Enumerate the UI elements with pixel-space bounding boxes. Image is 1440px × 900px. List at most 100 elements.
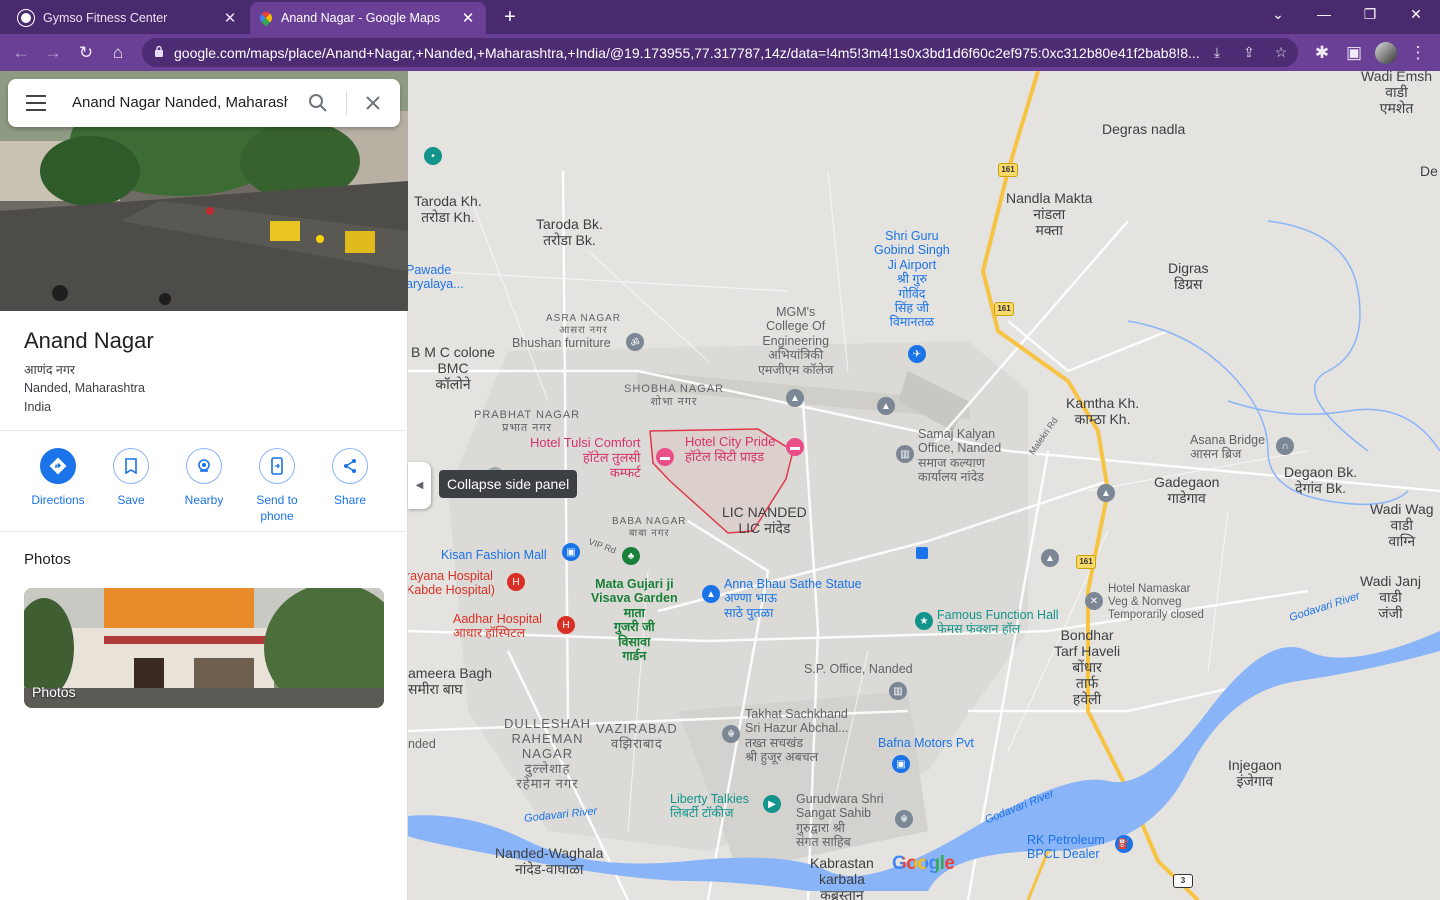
- back-icon[interactable]: ←: [10, 42, 32, 64]
- map-label-dulleshah[interactable]: DULLESHAH RAHEMAN NAGAR दुल्लेशाह रहेमान…: [504, 716, 591, 792]
- profile-avatar[interactable]: [1375, 42, 1397, 64]
- place-hero-photo[interactable]: Anand Nagar Nanded, Maharashtra: [0, 71, 408, 311]
- menu-icon[interactable]: [26, 95, 46, 111]
- poi-mgm-college[interactable]: MGM's College Of Engineering अभियांत्रिक…: [758, 305, 833, 377]
- bridge-icon[interactable]: ∩: [1276, 437, 1294, 455]
- close-tab-icon[interactable]: ✕: [222, 9, 238, 27]
- map-label-vazirabad[interactable]: VAZIRABAD वझिराबाद: [596, 721, 678, 752]
- map-label-wadi-janj[interactable]: Wadi Janj वाडी जंजी: [1360, 573, 1421, 621]
- map-label-de[interactable]: De: [1420, 163, 1438, 179]
- map-label-nanded-waghala[interactable]: Nanded-Waghala नांदेड-वाघाळा: [495, 845, 603, 877]
- religious-icon[interactable]: ॐ: [626, 333, 644, 351]
- map-label-digras[interactable]: Digras डिग्रस: [1168, 260, 1208, 292]
- map-label-nandla-makta[interactable]: Nandla Makta नांडला मक्ता: [1006, 190, 1092, 238]
- hotel-icon[interactable]: ▬: [786, 438, 804, 456]
- map-label-wadi-wag[interactable]: Wadi Wag वाडी वाग्नि: [1370, 501, 1434, 549]
- map-label-kamtha[interactable]: Kamtha Kh. काम्ठा Kh.: [1066, 395, 1139, 427]
- forward-icon[interactable]: →: [42, 42, 64, 64]
- park-icon[interactable]: ♣: [622, 547, 640, 565]
- map-label-degras[interactable]: Degras nadla: [1102, 121, 1185, 137]
- poi-hotel-city-pride[interactable]: Hotel City Pride हॉटेल सिटी प्राइड: [685, 434, 775, 465]
- map-label-lic-nanded[interactable]: LIC NANDED LIC नांदेड: [722, 504, 807, 536]
- poi-anna-bhau-sathe[interactable]: Anna Bhau Sathe Statue अण्णा भाऊ साठे पु…: [724, 577, 862, 620]
- poi-airport[interactable]: Shri Guru Gobind Singh Ji Airport श्री ग…: [874, 229, 950, 330]
- send-to-phone-button[interactable]: Send to phone: [240, 448, 314, 524]
- map-label-asra-nagar[interactable]: ASRA NAGAR आसरा नगर: [546, 313, 621, 336]
- chrome-menu-icon[interactable]: ⋮: [1407, 42, 1429, 64]
- hospital-icon[interactable]: H: [507, 573, 525, 591]
- poi-aadhar-hospital[interactable]: Aadhar Hospital आधार हॉस्पिटल: [453, 612, 542, 641]
- map-label-baba-nagar[interactable]: BABA NAGAR बाबा नगर: [612, 516, 686, 539]
- religious-icon[interactable]: ☬: [722, 725, 740, 743]
- transit-icon[interactable]: [916, 547, 928, 559]
- map-label-nded[interactable]: nded: [408, 737, 436, 751]
- browser-tab-maps[interactable]: Anand Nagar - Google Maps ✕: [250, 2, 486, 34]
- poi-pawade[interactable]: Pawade aryalaya...: [408, 263, 464, 292]
- religious-icon[interactable]: ☬: [895, 810, 913, 828]
- hospital-icon[interactable]: H: [557, 616, 575, 634]
- nearby-button[interactable]: Nearby: [167, 448, 241, 508]
- browser-tab-gymso[interactable]: Gymso Fitness Center ✕: [8, 2, 248, 34]
- map-label-degaon[interactable]: Degaon Bk. देगांव Bk.: [1284, 464, 1357, 496]
- collapse-panel-button[interactable]: ◀: [408, 462, 431, 509]
- poi-marker-icon[interactable]: •: [424, 147, 442, 165]
- side-panel-icon[interactable]: ▣: [1343, 42, 1365, 64]
- restore-icon[interactable]: ❐: [1360, 6, 1380, 23]
- extensions-icon[interactable]: ✱: [1311, 42, 1333, 64]
- poi-famous-function-hall[interactable]: Famous Function Hall फेमस फंक्शन हॉल: [937, 608, 1059, 637]
- poi-takhat-sachkhand[interactable]: Takhat Sachkhand Sri Hazur Abchal... तख्…: [745, 707, 849, 765]
- poi-bhushan-furniture[interactable]: Bhushan furniture: [512, 336, 611, 350]
- poi-hotel-namaskar[interactable]: Hotel Namaskar Veg & Nonveg Temporarily …: [1108, 583, 1204, 623]
- poi-samaj-kalyan[interactable]: Samaj Kalyan Office, Nanded समाज कल्याण …: [918, 427, 1001, 485]
- poi-liberty-talkies[interactable]: Liberty Talkies लिबर्टी टॉकीज: [670, 792, 749, 821]
- map-label-bondhar[interactable]: Bondhar Tarf Haveli बोंधार तार्फ हवेली: [1054, 627, 1120, 707]
- restaurant-icon[interactable]: ✕: [1085, 592, 1103, 610]
- reload-icon[interactable]: ↻: [75, 42, 97, 64]
- poi-narayana-hospital[interactable]: rayana Hospital Kabde Hospital): [408, 569, 495, 598]
- map-label-bmc[interactable]: B M C colone BMC कॉलोने: [411, 344, 495, 392]
- map-label-sameera-bagh[interactable]: ameera Bagh समीरा बाघ: [408, 665, 492, 697]
- minimize-icon[interactable]: —: [1314, 6, 1334, 22]
- map-label-prabhat-nagar[interactable]: PRABHAT NAGAR प्रभात नगर: [474, 409, 580, 434]
- photo-card[interactable]: Photos: [24, 588, 384, 708]
- school-icon[interactable]: ▲: [1041, 549, 1059, 567]
- poi-kisan-fashion-mall[interactable]: Kisan Fashion Mall: [441, 548, 547, 562]
- government-icon[interactable]: ▥: [896, 445, 914, 463]
- map-label-kabrastan[interactable]: Kabrastan karbala कब्रस्तान: [810, 855, 874, 900]
- event-hall-icon[interactable]: ★: [915, 612, 933, 630]
- poi-bafna-motors[interactable]: Bafna Motors Pvt: [878, 736, 974, 750]
- map-label-wadi-emsh[interactable]: Wadi Emsh वाडी एमशेत: [1361, 71, 1432, 116]
- cinema-icon[interactable]: ▶: [763, 795, 781, 813]
- share-page-icon[interactable]: ⇪: [1240, 44, 1258, 62]
- school-icon[interactable]: ▲: [786, 389, 804, 407]
- tab-search-icon[interactable]: ⌄: [1268, 6, 1288, 23]
- search-input[interactable]: Anand Nagar Nanded, Maharashtra: [72, 94, 288, 111]
- map-label-taroda-kh[interactable]: Taroda Kh. तरोडा Kh.: [414, 193, 482, 225]
- search-box[interactable]: Anand Nagar Nanded, Maharashtra: [8, 79, 400, 127]
- airport-icon[interactable]: ✈: [908, 345, 926, 363]
- monument-icon[interactable]: ▲: [702, 585, 720, 603]
- map-label-taroda-bk[interactable]: Taroda Bk. तरोडा Bk.: [536, 216, 603, 248]
- shopping-icon[interactable]: ▣: [562, 543, 580, 561]
- hotel-icon[interactable]: ▬: [656, 448, 674, 466]
- close-window-icon[interactable]: ✕: [1406, 6, 1426, 23]
- new-tab-icon[interactable]: +: [500, 6, 520, 29]
- shopping-icon[interactable]: ▣: [892, 755, 910, 773]
- school-icon[interactable]: ▲: [1097, 484, 1115, 502]
- bookmark-star-icon[interactable]: ☆: [1272, 44, 1290, 62]
- directions-button[interactable]: Directions: [21, 448, 95, 508]
- government-icon[interactable]: ▥: [889, 682, 907, 700]
- poi-mata-gujari-garden[interactable]: Mata Gujari ji Visava Garden माता गुजरी …: [591, 577, 678, 663]
- save-button[interactable]: Save: [94, 448, 168, 508]
- poi-sp-office[interactable]: S.P. Office, Nanded: [804, 662, 913, 676]
- search-icon[interactable]: [308, 93, 328, 113]
- map-label-gadegaon[interactable]: Gadegaon गाडेगाव: [1154, 474, 1219, 506]
- address-bar[interactable]: google.com/maps/place/Anand+Nagar,+Nande…: [142, 38, 1298, 67]
- url-text[interactable]: google.com/maps/place/Anand+Nagar,+Nande…: [174, 45, 1204, 61]
- home-icon[interactable]: ⌂: [107, 42, 129, 64]
- close-tab-icon[interactable]: ✕: [460, 9, 476, 27]
- poi-asana-bridge[interactable]: Asana Bridge आसन ब्रिज: [1190, 433, 1265, 462]
- share-button[interactable]: Share: [313, 448, 387, 508]
- map-label-injegaon[interactable]: Injegaon इंजेगाव: [1228, 757, 1282, 789]
- install-icon[interactable]: ⤓: [1208, 44, 1226, 62]
